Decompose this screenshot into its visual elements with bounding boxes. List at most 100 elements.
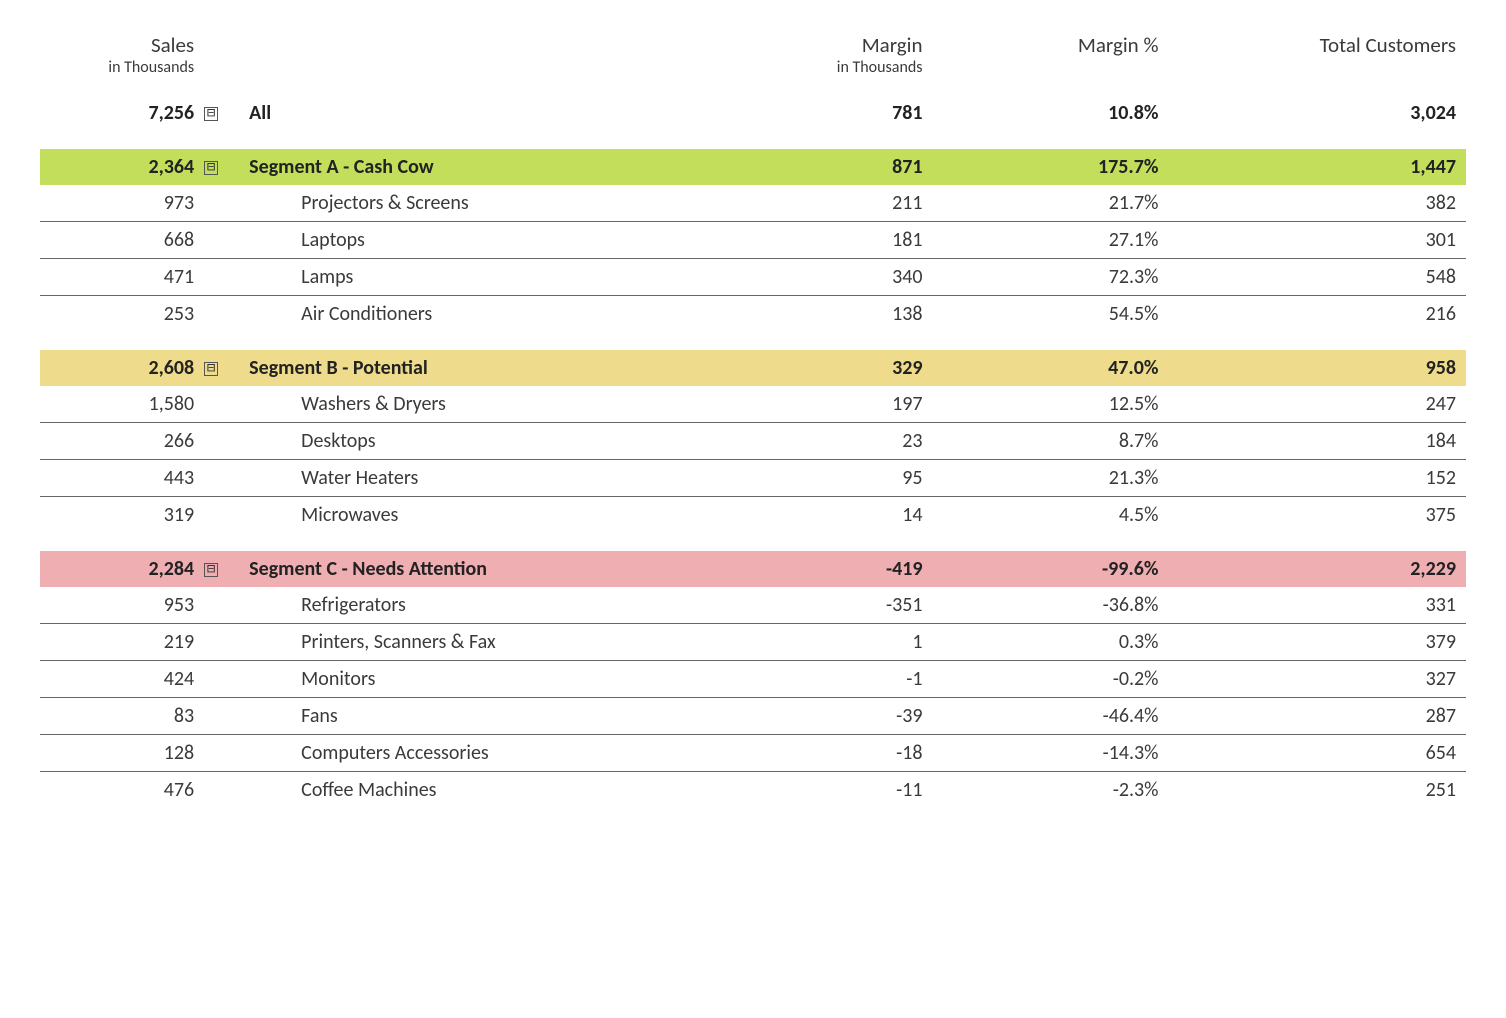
row-item: 1,580Washers & Dryers19712.5%247 [40,386,1466,423]
row-item: 83 Fans-39-46.4%287 [40,697,1466,734]
collapse-icon[interactable]: ⊟ [204,161,218,175]
item-label[interactable]: Computers Accessories [245,734,717,771]
item-label[interactable]: Desktops [245,422,717,459]
item-margin: -39 [717,697,932,734]
item-label[interactable]: Monitors [245,660,717,697]
item-margin: 197 [717,386,932,423]
item-margin: 95 [717,459,932,496]
row-item: 266 Desktops238.7%184 [40,422,1466,459]
item-customers: 375 [1168,496,1466,533]
collapse-icon[interactable]: ⊟ [204,362,218,376]
pivot-table: Sales in Thousands Margin in Thousands M… [40,30,1466,808]
item-sales: 266 [40,422,204,459]
item-margin-pct: 21.7% [933,185,1169,222]
item-margin-pct: 8.7% [933,422,1169,459]
item-label[interactable]: Refrigerators [245,587,717,624]
item-sales: 319 [40,496,204,533]
segment-label[interactable]: Segment B - Potential [245,350,717,386]
item-margin: 1 [717,623,932,660]
item-label[interactable]: Coffee Machines [245,771,717,808]
collapse-icon[interactable]: ⊟ [204,563,218,577]
item-sales: 973 [40,185,204,222]
header-customers[interactable]: Total Customers [1168,30,1466,87]
item-label[interactable]: Washers & Dryers [245,386,717,423]
row-segment: 2,608⊟Segment B - Potential32947.0%958 [40,350,1466,386]
segment-margin: 871 [717,149,932,185]
total-customers: 3,024 [1168,95,1466,131]
segment-label[interactable]: Segment C - Needs Attention [245,551,717,587]
item-sales: 1,580 [40,386,204,423]
item-margin: 138 [717,295,932,332]
item-margin-pct: -46.4% [933,697,1169,734]
segment-margin: -419 [717,551,932,587]
item-label[interactable]: Projectors & Screens [245,185,717,222]
item-customers: 301 [1168,221,1466,258]
item-label[interactable]: Lamps [245,258,717,295]
item-sales: 443 [40,459,204,496]
item-customers: 287 [1168,697,1466,734]
segment-customers: 958 [1168,350,1466,386]
item-margin: 211 [717,185,932,222]
total-margin-pct: 10.8% [933,95,1169,131]
header-sales[interactable]: Sales in Thousands [40,30,204,87]
header-margin[interactable]: Margin in Thousands [717,30,932,87]
item-label[interactable]: Laptops [245,221,717,258]
item-margin-pct: -36.8% [933,587,1169,624]
toggle-segment[interactable]: ⊟ [204,551,245,587]
item-label[interactable]: Printers, Scanners & Fax [245,623,717,660]
item-margin: -18 [717,734,932,771]
item-customers: 382 [1168,185,1466,222]
item-customers: 379 [1168,623,1466,660]
segment-margin: 329 [717,350,932,386]
item-margin: -11 [717,771,932,808]
row-item: 319Microwaves144.5%375 [40,496,1466,533]
item-margin-pct: -14.3% [933,734,1169,771]
header-row: Sales in Thousands Margin in Thousands M… [40,30,1466,87]
header-margin-sub: in Thousands [727,59,922,77]
row-item: 443Water Heaters9521.3%152 [40,459,1466,496]
header-margin-label: Margin [727,34,922,57]
item-sales: 668 [40,221,204,258]
segment-label[interactable]: Segment A - Cash Cow [245,149,717,185]
item-customers: 152 [1168,459,1466,496]
toggle-segment[interactable]: ⊟ [204,350,245,386]
header-margin-pct[interactable]: Margin % [933,30,1169,87]
toggle-segment[interactable]: ⊟ [204,149,245,185]
item-label[interactable]: Fans [245,697,717,734]
item-label[interactable]: Air Conditioners [245,295,717,332]
segment-sales: 2,364 [40,149,204,185]
header-sales-label: Sales [50,34,194,57]
segment-sales: 2,284 [40,551,204,587]
item-margin: 340 [717,258,932,295]
item-margin-pct: 27.1% [933,221,1169,258]
segment-sales: 2,608 [40,350,204,386]
row-item: 471 Lamps34072.3%548 [40,258,1466,295]
item-margin-pct: 72.3% [933,258,1169,295]
row-item: 219Printers, Scanners & Fax10.3%379 [40,623,1466,660]
segment-margin-pct: -99.6% [933,551,1169,587]
total-margin: 781 [717,95,932,131]
row-segment: 2,364⊟Segment A - Cash Cow871175.7%1,447 [40,149,1466,185]
row-segment: 2,284⊟ Segment C - Needs Attention-419-99… [40,551,1466,587]
item-margin-pct: -0.2% [933,660,1169,697]
item-sales: 253 [40,295,204,332]
item-margin: 23 [717,422,932,459]
item-sales: 83 [40,697,204,734]
collapse-icon[interactable]: ⊟ [204,107,218,121]
item-customers: 247 [1168,386,1466,423]
item-sales: 424 [40,660,204,697]
item-margin: -1 [717,660,932,697]
item-margin-pct: 54.5% [933,295,1169,332]
item-label[interactable]: Water Heaters [245,459,717,496]
item-customers: 548 [1168,258,1466,295]
row-item: 953Refrigerators-351-36.8%331 [40,587,1466,624]
item-sales: 953 [40,587,204,624]
item-customers: 251 [1168,771,1466,808]
item-label[interactable]: Microwaves [245,496,717,533]
item-customers: 184 [1168,422,1466,459]
row-item: 253Air Conditioners13854.5%216 [40,295,1466,332]
item-sales: 128 [40,734,204,771]
item-sales: 471 [40,258,204,295]
toggle-all[interactable]: ⊟ [204,95,245,131]
total-label[interactable]: All [245,95,717,131]
